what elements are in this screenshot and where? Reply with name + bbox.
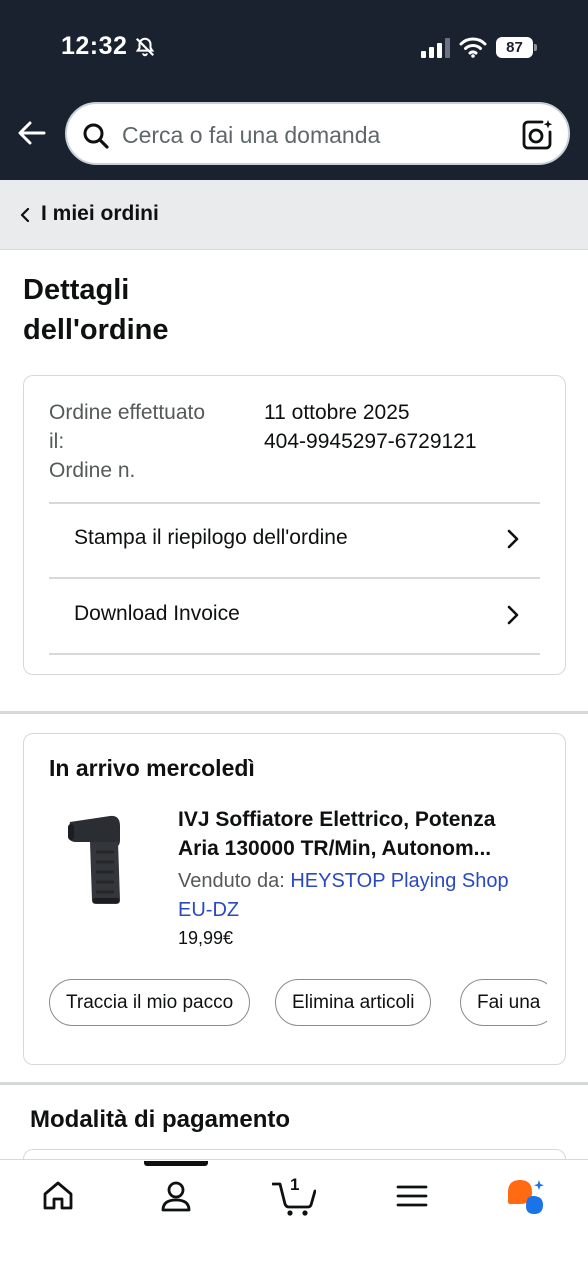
download-invoice-link[interactable]: Download Invoice [49, 579, 540, 653]
arrival-heading: In arrivo mercoledì [49, 755, 255, 781]
page-title-line2: dell'ordine [23, 314, 169, 346]
payment-heading: Modalità di pagamento [30, 1106, 291, 1133]
rufus-assistant-icon[interactable] [506, 1178, 546, 1216]
chevron-right-icon [507, 605, 519, 625]
breadcrumb-label[interactable]: I miei ordini [41, 202, 159, 226]
bell-muted-icon [135, 37, 155, 57]
product-price: 19,99€ [178, 928, 234, 948]
download-invoice-label: Download Invoice [74, 602, 240, 625]
status-time: 12:32 [61, 32, 128, 60]
chevron-left-icon [20, 208, 30, 222]
active-tab-indicator [144, 1161, 208, 1166]
product-title[interactable]: IVJ Soffiatore Elettrico, Potenza Aria 1… [178, 805, 550, 863]
home-icon[interactable] [40, 1178, 76, 1214]
order-number-label: Ordine n. [49, 459, 136, 482]
print-summary-link[interactable]: Stampa il riepilogo dell'ordine [49, 503, 540, 577]
order-number-value: 404-9945297-6729121 [264, 430, 477, 453]
search-placeholder: Cerca o fai una domanda [122, 122, 381, 148]
product-title-line2: Aria 130000 TR/Min, Autonom... [178, 837, 492, 860]
delete-items-button[interactable]: Elimina articoli [275, 979, 432, 1026]
product-title-line1: IVJ Soffiatore Elettrico, Potenza [178, 808, 496, 831]
section-divider [0, 711, 588, 714]
page-title-line1: Dettagli [23, 274, 130, 306]
back-arrow-icon[interactable] [16, 117, 48, 149]
order-date-value: 11 ottobre 2025 [264, 401, 410, 424]
signal-icon [421, 38, 450, 58]
order-date-label-line1: Ordine effettuato [49, 401, 206, 424]
account-icon[interactable] [158, 1178, 194, 1214]
seller-prefix: Venduto da: [178, 870, 285, 892]
page-title: Dettagli dell'ordine [23, 270, 283, 350]
ask-question-button[interactable]: Fai una [460, 979, 547, 1026]
seller-info: Venduto da: HEYSTOP Playing Shop EU-DZ [178, 867, 538, 925]
search-icon [83, 123, 109, 149]
track-package-button[interactable]: Traccia il mio pacco [49, 979, 251, 1026]
divider [49, 653, 540, 655]
print-summary-label: Stampa il riepilogo dell'ordine [74, 526, 348, 549]
battery-icon: 87 [496, 37, 538, 58]
wifi-icon [459, 37, 487, 58]
menu-icon[interactable] [394, 1178, 430, 1214]
battery-level: 87 [496, 37, 533, 58]
shipment-actions: Traccia il mio pacco Elimina articoli Fa… [49, 979, 547, 1027]
product-image[interactable] [62, 812, 132, 907]
breadcrumb[interactable]: I miei ordini [0, 180, 588, 250]
section-divider [0, 1082, 588, 1085]
order-date-label: Ordine effettuato il: [49, 398, 249, 456]
order-date-label-line2: il: [49, 430, 65, 453]
camera-lens-icon[interactable] [520, 118, 554, 152]
chevron-right-icon [507, 529, 519, 549]
search-input[interactable]: Cerca o fai una domanda [65, 102, 570, 165]
cart-count: 1 [290, 1175, 300, 1194]
